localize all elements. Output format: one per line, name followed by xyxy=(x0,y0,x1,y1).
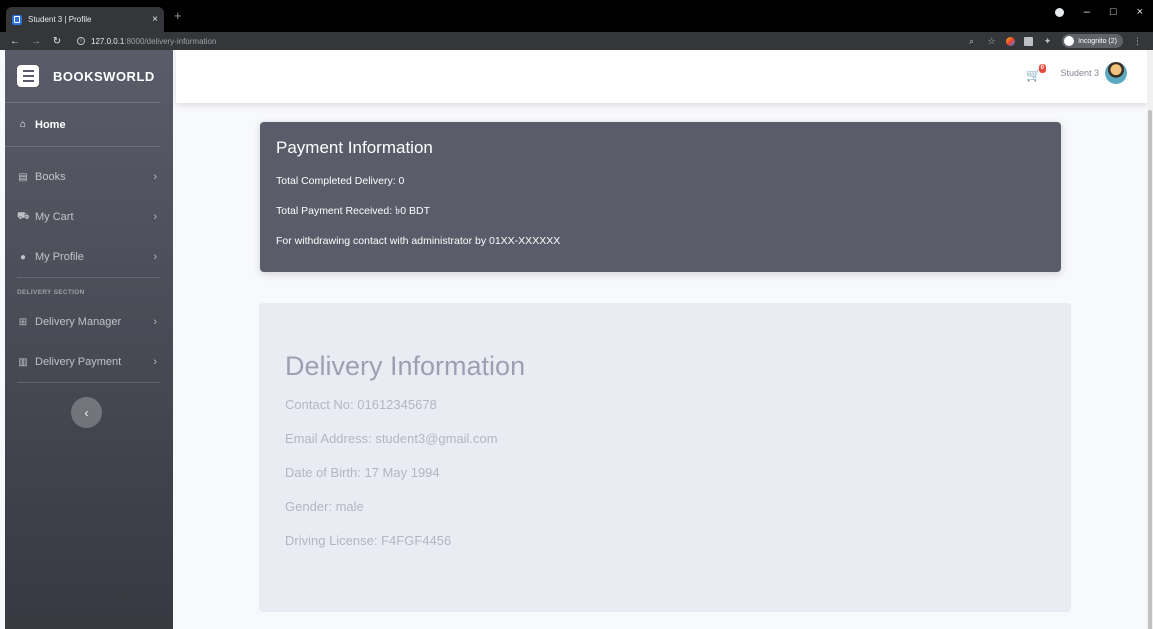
sidebar-item-my-profile[interactable]: ● My Profile › xyxy=(5,237,173,277)
chevron-right-icon: › xyxy=(153,251,157,263)
favicon-icon xyxy=(12,14,22,25)
chevron-right-icon: › xyxy=(153,316,157,328)
star-icon[interactable]: ☆ xyxy=(986,36,997,47)
sidebar-item-label: Books xyxy=(35,171,66,183)
payment-information-card: Payment Information Total Completed Deli… xyxy=(260,122,1061,272)
sidebar-section-heading: DELIVERY SECTION xyxy=(17,289,85,296)
sidebar-item-label: My Cart xyxy=(35,211,74,223)
browser-address-bar: ← → ↻ i 127.0.0.1:8000/delivery-informat… xyxy=(0,32,1153,50)
chevron-right-icon: › xyxy=(153,211,157,223)
extension-square-icon[interactable] xyxy=(1024,36,1034,46)
email-address: Email Address: student3@gmail.com xyxy=(285,431,498,446)
cart-icon[interactable]: 🛒 0 xyxy=(1026,64,1046,84)
puzzle-icon[interactable]: ✦ xyxy=(1042,36,1053,47)
home-icon: ⌂ xyxy=(19,119,27,130)
maximize-button[interactable]: □ xyxy=(1110,6,1117,18)
extension-color-icon[interactable] xyxy=(1006,36,1016,46)
brand[interactable]: BOOKSWORLD xyxy=(5,50,160,103)
tab-close-icon[interactable]: × xyxy=(152,14,158,25)
forward-arrow-icon[interactable]: → xyxy=(30,36,42,47)
avatar xyxy=(1105,62,1127,84)
sidebar-item-home[interactable]: ⌂ Home xyxy=(5,103,160,147)
sidebar-item-delivery-manager[interactable]: ⊞ Delivery Manager › xyxy=(5,302,173,342)
incognito-label: Incognito (2) xyxy=(1078,37,1117,45)
total-completed-delivery: Total Completed Delivery: 0 xyxy=(276,175,405,187)
book-logo-icon xyxy=(17,65,39,87)
close-window-button[interactable]: × xyxy=(1137,6,1143,18)
browser-tabbar: Student 3 | Profile × + – □ × xyxy=(0,0,1153,32)
url-field[interactable]: i 127.0.0.1:8000/delivery-information xyxy=(77,37,216,46)
new-tab-button[interactable]: + xyxy=(174,9,182,22)
menu-dots-icon[interactable]: ⋮ xyxy=(1132,36,1143,47)
incognito-icon xyxy=(1064,36,1075,46)
zoom-icon[interactable]: ⌕ xyxy=(966,36,977,47)
window-controls: – □ × xyxy=(1054,6,1143,18)
sidebar-item-delivery-payment[interactable]: ▥ Delivery Payment › xyxy=(5,342,173,382)
driving-license: Driving License: F4FGF4456 xyxy=(285,533,452,548)
sidebar: BOOKSWORLD ⌂ Home ▤ Books › ⛟ My Cart › … xyxy=(5,50,173,629)
table-icon: ⊞ xyxy=(18,316,28,328)
user-icon: ● xyxy=(19,251,27,263)
chevron-right-icon: › xyxy=(153,356,157,368)
reload-icon[interactable]: ↻ xyxy=(51,36,63,47)
user-name: Student 3 xyxy=(1060,68,1099,78)
cart-icon: ⛟ xyxy=(17,210,30,222)
browser-tab[interactable]: Student 3 | Profile × xyxy=(6,7,164,32)
delivery-title: Delivery Information xyxy=(285,351,526,381)
sidebar-item-my-cart[interactable]: ⛟ My Cart › xyxy=(5,197,173,237)
sidebar-divider xyxy=(17,382,160,383)
url-path: :8000/delivery-information xyxy=(124,36,217,46)
info-icon[interactable]: i xyxy=(77,37,85,45)
topbar: 🛒 0 Student 3 xyxy=(176,50,1147,103)
scrollbar[interactable] xyxy=(1147,50,1153,629)
sidebar-item-label: Delivery Manager xyxy=(35,316,122,328)
sidebar-item-label: My Profile xyxy=(35,251,84,263)
minimize-button[interactable]: – xyxy=(1084,6,1090,18)
sidebar-toggle-button[interactable]: ‹ xyxy=(71,397,102,428)
toolbar-icons: ⌕ ☆ ✦ Incognito (2) ⋮ xyxy=(966,34,1143,48)
payment-title: Payment Information xyxy=(276,138,433,157)
back-arrow-icon[interactable]: ← xyxy=(9,36,21,47)
incognito-badge[interactable]: Incognito (2) xyxy=(1062,34,1123,48)
sidebar-item-label: Delivery Payment xyxy=(35,356,122,368)
chart-icon: ▥ xyxy=(18,356,28,368)
brand-name: BOOKSWORLD xyxy=(53,68,155,84)
user-dropdown[interactable]: Student 3 xyxy=(1060,62,1127,84)
profile-circle-icon[interactable] xyxy=(1054,7,1064,17)
chevron-right-icon: › xyxy=(153,171,157,183)
cart-count-badge: 0 xyxy=(1038,64,1046,73)
url-host: 127.0.0.1 xyxy=(91,36,125,46)
sidebar-item-label: Home xyxy=(35,118,66,131)
contact-number: Contact No: 01612345678 xyxy=(285,397,437,412)
withdraw-note: For withdrawing contact with administrat… xyxy=(276,235,561,247)
book-icon: ▤ xyxy=(18,171,28,183)
scrollbar-thumb[interactable] xyxy=(1148,110,1152,629)
tab-title: Student 3 | Profile xyxy=(28,15,92,24)
gender: Gender: male xyxy=(285,499,364,514)
date-of-birth: Date of Birth: 17 May 1994 xyxy=(285,465,440,480)
total-payment-received: Total Payment Received: ৳0 BDT xyxy=(276,205,431,217)
sidebar-item-books[interactable]: ▤ Books › xyxy=(5,157,173,197)
delivery-information-card: Delivery Information Contact No: 0161234… xyxy=(259,303,1071,612)
